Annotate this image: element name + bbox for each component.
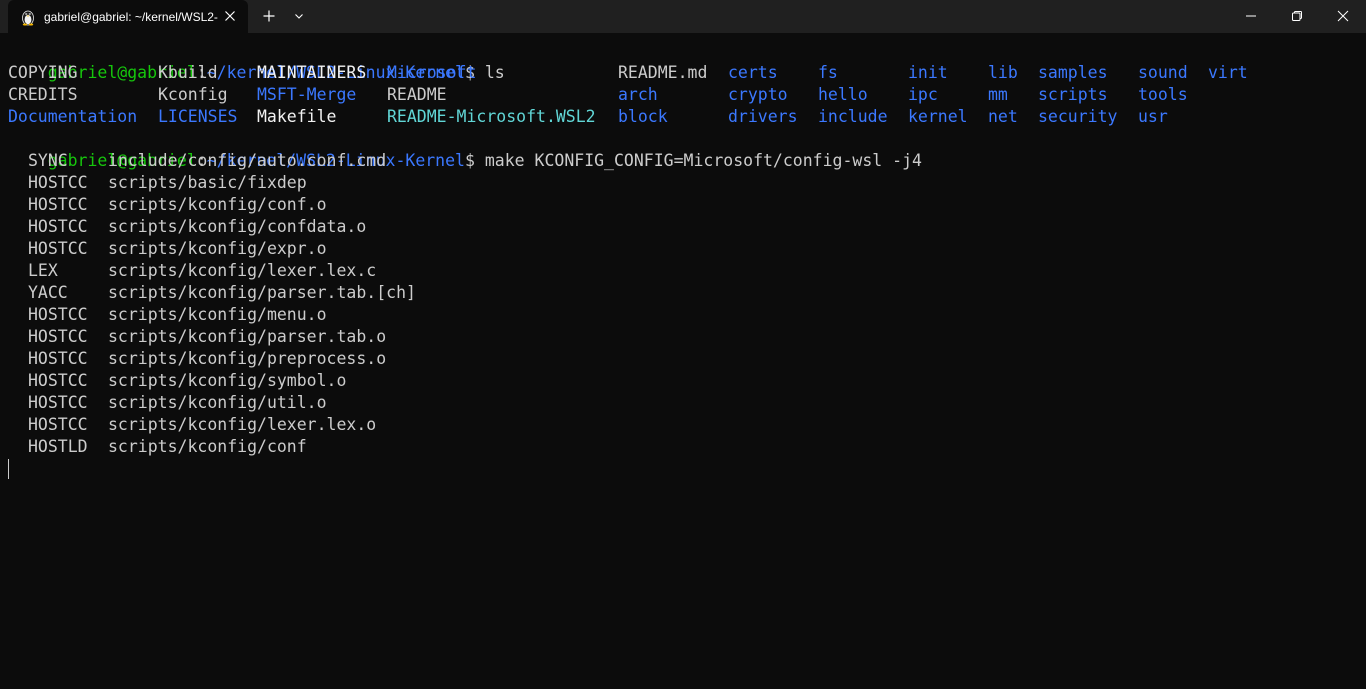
- ls-entry: ipc: [908, 85, 938, 104]
- close-window-button[interactable]: [1320, 0, 1366, 32]
- restore-button[interactable]: [1274, 0, 1320, 32]
- ls-entry: LICENSES: [158, 107, 238, 126]
- ls-entry: drivers: [728, 107, 798, 126]
- build-target: scripts/kconfig/preprocess.o: [108, 349, 387, 368]
- build-target: scripts/kconfig/conf: [108, 437, 307, 456]
- restore-icon: [1292, 11, 1302, 21]
- ls-row: CREDITS Kconfig MSFT-Merge README arch c…: [8, 84, 1358, 106]
- ls-entry: COPYING: [8, 63, 78, 82]
- build-target: scripts/kconfig/parser.tab.o: [108, 327, 387, 346]
- minimize-icon: [1246, 15, 1256, 17]
- build-line: HOSTCC scripts/kconfig/lexer.lex.o: [8, 414, 1358, 436]
- build-target: scripts/kconfig/menu.o: [108, 305, 327, 324]
- ls-entry: sound: [1138, 63, 1188, 82]
- minimize-button[interactable]: [1228, 0, 1274, 32]
- build-line: HOSTCC scripts/kconfig/symbol.o: [8, 370, 1358, 392]
- build-tag: HOSTCC: [28, 195, 88, 214]
- build-tag: HOSTCC: [28, 349, 88, 368]
- build-tag: HOSTCC: [28, 239, 88, 258]
- build-tag: HOSTCC: [28, 217, 88, 236]
- ls-entry: tools: [1138, 85, 1188, 104]
- title-bar: gabriel@gabriel: ~/kernel/WSL2-Linux-Ker…: [0, 0, 1366, 33]
- ls-entry: Kconfig: [158, 85, 228, 104]
- tab-dropdown-button[interactable]: [286, 4, 312, 28]
- ls-entry: Kbuild: [158, 63, 218, 82]
- build-line: HOSTCC scripts/kconfig/util.o: [8, 392, 1358, 414]
- chevron-down-icon: [295, 14, 303, 19]
- build-target: scripts/kconfig/util.o: [108, 393, 327, 412]
- ls-entry: fs: [818, 63, 838, 82]
- text-cursor: [8, 459, 9, 479]
- ls-entry: include: [818, 107, 888, 126]
- build-tag: HOSTCC: [28, 371, 88, 390]
- ls-entry: virt: [1208, 63, 1248, 82]
- tab-title: gabriel@gabriel: ~/kernel/WSL2-Linux-Ker…: [44, 10, 218, 24]
- ls-entry: README-Microsoft.WSL2: [387, 107, 596, 126]
- build-tag: HOSTLD: [28, 437, 88, 456]
- build-target: scripts/kconfig/lexer.lex.o: [108, 415, 377, 434]
- ls-entry: mm: [988, 85, 1008, 104]
- build-line: LEX scripts/kconfig/lexer.lex.c: [8, 260, 1358, 282]
- build-target: scripts/basic/fixdep: [108, 173, 307, 192]
- ls-entry: usr: [1138, 107, 1168, 126]
- ls-entry: CREDITS: [8, 85, 78, 104]
- build-tag: HOSTCC: [28, 393, 88, 412]
- build-tag: YACC: [28, 283, 68, 302]
- build-tag: SYNC: [28, 151, 68, 170]
- build-line: HOSTCC scripts/basic/fixdep: [8, 172, 1358, 194]
- prompt-line-make: gabriel@gabriel:~/kernel/WSL2-Linux-Kern…: [8, 128, 1358, 170]
- prompt-line-ls: gabriel@gabriel:~/kernel/WSL2-Linux-Kern…: [8, 40, 1358, 82]
- build-target: include/config/auto.conf.cmd: [108, 151, 387, 170]
- ls-entry: README.md: [618, 63, 708, 82]
- build-line: HOSTCC scripts/kconfig/conf.o: [8, 194, 1358, 216]
- build-line: HOSTCC scripts/kconfig/confdata.o: [8, 216, 1358, 238]
- build-line: HOSTCC scripts/kconfig/preprocess.o: [8, 348, 1358, 370]
- build-target: scripts/kconfig/lexer.lex.c: [108, 261, 377, 280]
- terminal-tab[interactable]: gabriel@gabriel: ~/kernel/WSL2-Linux-Ker…: [8, 0, 248, 33]
- build-tag: LEX: [28, 261, 58, 280]
- ls-entry: certs: [728, 63, 778, 82]
- linux-penguin-icon: [22, 10, 34, 26]
- build-target: scripts/kconfig/conf.o: [108, 195, 327, 214]
- build-tag: HOSTCC: [28, 415, 88, 434]
- build-line: HOSTLD scripts/kconfig/conf: [8, 436, 1358, 458]
- build-tag: HOSTCC: [28, 305, 88, 324]
- build-line: HOSTCC scripts/kconfig/menu.o: [8, 304, 1358, 326]
- ls-entry: init: [908, 63, 948, 82]
- build-line: HOSTCC scripts/kconfig/parser.tab.o: [8, 326, 1358, 348]
- ls-entry: lib: [988, 63, 1018, 82]
- ls-row: Documentation LICENSES Makefile README-M…: [8, 106, 1358, 128]
- ls-entry: Microsoft: [387, 63, 477, 82]
- build-target: scripts/kconfig/symbol.o: [108, 371, 347, 390]
- ls-entry: Makefile: [257, 107, 337, 126]
- ls-entry: security: [1038, 107, 1118, 126]
- ls-entry: crypto: [728, 85, 788, 104]
- ls-entry: net: [988, 107, 1018, 126]
- build-target: scripts/kconfig/expr.o: [108, 239, 327, 258]
- terminal-output[interactable]: gabriel@gabriel:~/kernel/WSL2-Linux-Kern…: [8, 40, 1358, 680]
- close-tab-icon[interactable]: [221, 7, 239, 25]
- build-tag: HOSTCC: [28, 327, 88, 346]
- ls-entry: README: [387, 85, 447, 104]
- build-line: HOSTCC scripts/kconfig/expr.o: [8, 238, 1358, 260]
- ls-entry: MAINTAINERS: [257, 63, 367, 82]
- build-output: SYNC include/config/auto.conf.cmd HOSTCC s…: [8, 150, 1358, 458]
- plus-icon: [263, 10, 275, 22]
- ls-entry: scripts: [1038, 85, 1108, 104]
- build-target: scripts/kconfig/parser.tab.[ch]: [108, 283, 416, 302]
- build-tag: HOSTCC: [28, 173, 88, 192]
- ls-entry: kernel: [908, 107, 968, 126]
- close-icon: [1337, 10, 1349, 22]
- ls-row: COPYING Kbuild MAINTAINERS Microsoft REA…: [8, 62, 1358, 84]
- new-tab-button[interactable]: [256, 4, 282, 28]
- ls-entry: arch: [618, 85, 658, 104]
- ls-entry: block: [618, 107, 668, 126]
- ls-entry: MSFT-Merge: [257, 85, 357, 104]
- ls-entry: Documentation: [8, 107, 138, 126]
- build-target: scripts/kconfig/confdata.o: [108, 217, 367, 236]
- ls-entry: samples: [1038, 63, 1108, 82]
- ls-entry: hello: [818, 85, 868, 104]
- build-line: SYNC include/config/auto.conf.cmd: [8, 150, 1358, 172]
- build-line: YACC scripts/kconfig/parser.tab.[ch]: [8, 282, 1358, 304]
